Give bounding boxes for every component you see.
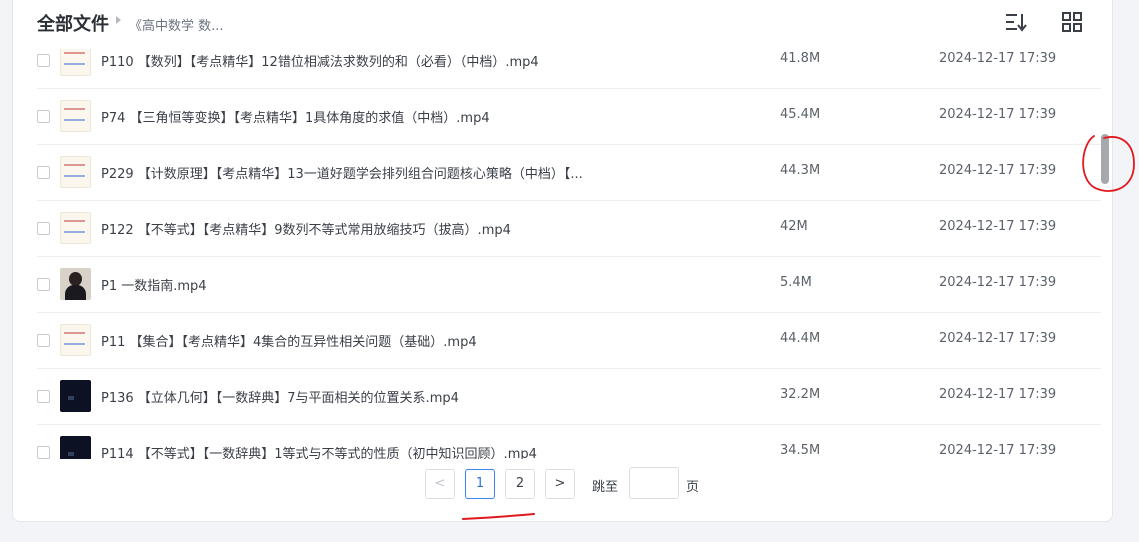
- prev-page-button[interactable]: <: [425, 469, 455, 499]
- file-row[interactable]: P229 【计数原理】【考点精华】13一道好题学会排列组合问题核心策略（中档）【…: [13, 145, 1101, 201]
- row-checkbox[interactable]: [37, 166, 50, 179]
- page-suffix-label: 页: [686, 480, 700, 495]
- video-thumbnail: [60, 268, 91, 300]
- row-checkbox[interactable]: [37, 278, 50, 291]
- video-thumbnail: [60, 156, 91, 188]
- file-date: 2024-12-17 17:39: [939, 107, 1057, 122]
- page-button-2[interactable]: 2: [505, 469, 535, 499]
- file-size: 45.4M: [780, 107, 821, 122]
- file-date: 2024-12-17 17:39: [939, 163, 1057, 178]
- file-date: 2024-12-17 17:39: [939, 275, 1057, 290]
- row-checkbox[interactable]: [37, 334, 50, 347]
- file-row[interactable]: P1 一数指南.mp4 5.4M 2024-12-17 17:39: [13, 257, 1101, 313]
- file-panel: P110 【数列】【考点精华】12错位相减法求数列的和（必看）（中档）.mp4 …: [12, 0, 1113, 522]
- pagination: < 1 2 > 跳至 页: [13, 459, 1112, 521]
- file-name[interactable]: P229 【计数原理】【考点精华】13一道好题学会排列组合问题核心策略（中档）【…: [101, 163, 583, 182]
- row-checkbox[interactable]: [37, 54, 50, 67]
- file-name[interactable]: P122 【不等式】【考点精华】9数列不等式常用放缩技巧（拔高）.mp4: [101, 219, 511, 238]
- file-name[interactable]: P110 【数列】【考点精华】12错位相减法求数列的和（必看）（中档）.mp4: [101, 51, 539, 70]
- row-checkbox[interactable]: [37, 390, 50, 403]
- next-page-button[interactable]: >: [545, 469, 575, 499]
- jump-label: 跳至: [592, 480, 619, 495]
- video-thumbnail: [60, 100, 91, 132]
- file-date: 2024-12-17 17:39: [939, 219, 1057, 234]
- file-name[interactable]: P74 【三角恒等变换】【考点精华】1具体角度的求值（中档）.mp4: [101, 107, 490, 126]
- row-checkbox[interactable]: [37, 222, 50, 235]
- file-row[interactable]: P136 【立体几何】【一数辞典】7与平面相关的位置关系.mp4 32.2M 2…: [13, 369, 1101, 425]
- file-list[interactable]: P110 【数列】【考点精华】12错位相减法求数列的和（必看）（中档）.mp4 …: [13, 0, 1112, 459]
- breadcrumb-folder[interactable]: 《高中数学 数...: [129, 15, 224, 34]
- video-thumbnail: [60, 436, 91, 459]
- sort-icon[interactable]: [1005, 11, 1027, 33]
- file-date: 2024-12-17 17:39: [939, 331, 1057, 346]
- scrollbar-thumb[interactable]: [1101, 134, 1109, 184]
- grid-view-icon[interactable]: [1061, 11, 1083, 33]
- file-size: 44.4M: [780, 331, 821, 346]
- file-name[interactable]: P136 【立体几何】【一数辞典】7与平面相关的位置关系.mp4: [101, 387, 459, 406]
- file-name[interactable]: P1 一数指南.mp4: [101, 275, 207, 294]
- file-size: 5.4M: [780, 275, 812, 290]
- file-date: 2024-12-17 17:39: [939, 387, 1057, 402]
- file-row[interactable]: P11 【集合】【考点精华】4集合的互异性相关问题（基础）.mp4 44.4M …: [13, 313, 1101, 369]
- video-thumbnail: [60, 324, 91, 356]
- breadcrumb-arrow-icon: [116, 16, 121, 24]
- file-row[interactable]: P122 【不等式】【考点精华】9数列不等式常用放缩技巧（拔高）.mp4 42M…: [13, 201, 1101, 257]
- file-size: 32.2M: [780, 387, 821, 402]
- page-header: 全部文件 《高中数学 数...: [13, 0, 1112, 49]
- file-row[interactable]: P74 【三角恒等变换】【考点精华】1具体角度的求值（中档）.mp4 45.4M…: [13, 89, 1101, 145]
- row-checkbox[interactable]: [37, 110, 50, 123]
- video-thumbnail: [60, 380, 91, 412]
- file-size: 42M: [780, 219, 808, 234]
- file-date: 2024-12-17 17:39: [939, 51, 1057, 66]
- video-thumbnail: [60, 212, 91, 244]
- file-size: 34.5M: [780, 443, 821, 458]
- file-row[interactable]: P114 【不等式】【一数辞典】1等式与不等式的性质（初中知识回顾）.mp4 3…: [13, 425, 1101, 459]
- page-title: 全部文件: [37, 14, 109, 35]
- row-checkbox[interactable]: [37, 446, 50, 459]
- page-button-1[interactable]: 1: [465, 469, 495, 499]
- file-size: 41.8M: [780, 51, 821, 66]
- file-name[interactable]: P11 【集合】【考点精华】4集合的互异性相关问题（基础）.mp4: [101, 331, 477, 350]
- jump-page-input[interactable]: [629, 467, 679, 499]
- file-size: 44.3M: [780, 163, 821, 178]
- file-date: 2024-12-17 17:39: [939, 443, 1057, 458]
- file-name[interactable]: P114 【不等式】【一数辞典】1等式与不等式的性质（初中知识回顾）.mp4: [101, 443, 537, 459]
